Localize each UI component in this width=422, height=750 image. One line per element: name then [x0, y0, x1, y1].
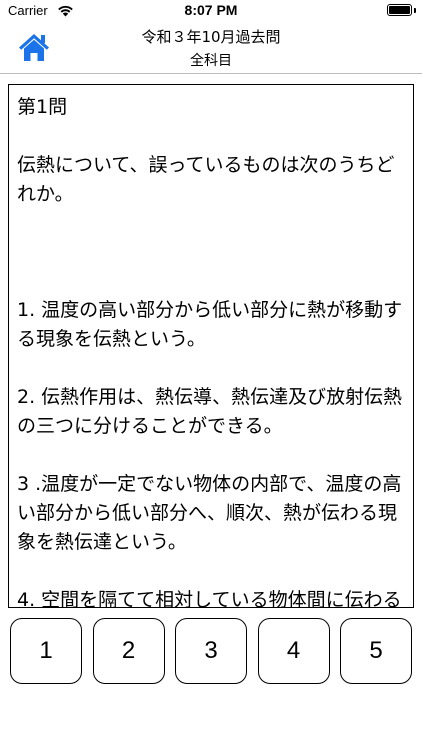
- answer-buttons: 1 2 3 4 5: [10, 618, 412, 684]
- answer-button-4[interactable]: 4: [257, 618, 330, 684]
- question-text: 第1問 伝熱について、誤っているものは次のうちどれか。 1. 温度の高い部分から…: [17, 96, 403, 608]
- navigation-bar: 令和３年10月過去問 全科目: [0, 22, 422, 74]
- nav-title: 令和３年10月過去問: [141, 28, 281, 46]
- nav-subtitle: 全科目: [190, 53, 232, 69]
- status-bar: Carrier 8:07 PM: [0, 0, 422, 22]
- answer-button-5[interactable]: 5: [340, 618, 412, 684]
- answer-button-1[interactable]: 1: [10, 618, 82, 684]
- answer-button-3[interactable]: 3: [175, 618, 247, 684]
- battery-icon: [387, 4, 412, 16]
- answer-button-2[interactable]: 2: [92, 618, 165, 684]
- status-time: 8:07 PM: [184, 2, 238, 18]
- question-text-view[interactable]: 第1問 伝熱について、誤っているものは次のうちどれか。 1. 温度の高い部分から…: [8, 84, 414, 608]
- battery-nub: [414, 8, 416, 13]
- battery-fill: [389, 6, 410, 14]
